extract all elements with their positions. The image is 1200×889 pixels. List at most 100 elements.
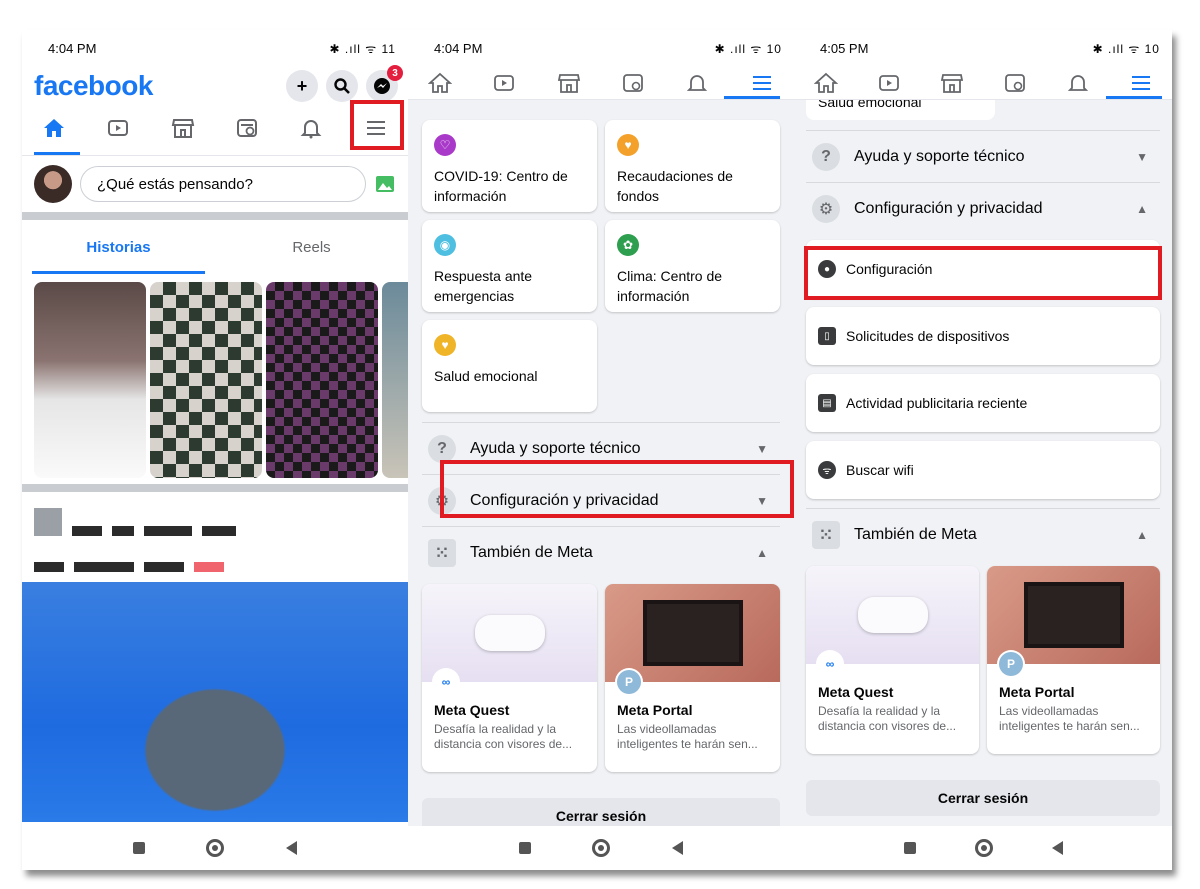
tab-home[interactable]: [423, 68, 457, 98]
tab-memories[interactable]: [616, 68, 650, 98]
tab-marketplace[interactable]: [171, 117, 195, 144]
tab-notifications[interactable]: [299, 117, 323, 144]
story-card[interactable]: [150, 282, 262, 478]
bell-icon: [1067, 74, 1088, 91]
back-button[interactable]: [672, 841, 684, 855]
active-tab-indicator: [34, 152, 80, 155]
chevron-down-icon: ▼: [1136, 149, 1148, 164]
post-image[interactable]: [22, 582, 408, 822]
ad-icon: ▤: [818, 394, 836, 412]
quest-image: [806, 566, 979, 664]
post-composer: ¿Qué estás pensando?: [22, 156, 408, 212]
post-header: [22, 492, 408, 582]
tab-stories[interactable]: Historias: [22, 220, 215, 274]
feed-screen: 4:04 PM ✱ .ıll ᯤ 11 facebook + 3 ¿Qué es…: [22, 30, 408, 870]
meta-logo-icon: ∞: [818, 652, 842, 676]
status-icons: ✱ .ıll ᯤ 10: [1092, 41, 1160, 56]
recent-ad-activity-item[interactable]: ▤ Actividad publicitaria reciente: [806, 374, 1160, 432]
shortcut-emergency[interactable]: ◉ Respuesta ante emergencias: [422, 220, 597, 312]
status-bar: 4:04 PM ✱ .ıll ᯤ 11: [22, 30, 408, 66]
shortcut-fundraisers[interactable]: ♥ Recaudaciones de fondos: [605, 120, 780, 212]
back-button[interactable]: [1051, 841, 1063, 855]
meta-quest-card[interactable]: ∞ Meta Quest Desafía la realidad y la di…: [422, 584, 597, 772]
logout-button[interactable]: Cerrar sesión: [806, 780, 1160, 816]
tab-video[interactable]: [487, 68, 521, 98]
portal-image: [987, 566, 1160, 664]
home-button[interactable]: [974, 839, 993, 857]
tab-memories[interactable]: [235, 117, 259, 144]
android-nav-bar: [408, 826, 794, 870]
tab-memories[interactable]: [998, 68, 1032, 98]
home-button[interactable]: [206, 839, 225, 857]
tab-menu[interactable]: [1124, 68, 1158, 98]
store-icon: [940, 73, 963, 93]
active-tab-indicator: [1106, 96, 1162, 99]
tab-home[interactable]: [42, 117, 66, 144]
emotional-health-partial[interactable]: Salud emocional: [806, 100, 995, 120]
tab-notifications[interactable]: [1061, 68, 1095, 98]
tab-reels[interactable]: Reels: [215, 220, 408, 274]
avatar[interactable]: [34, 165, 72, 203]
tab-notifications[interactable]: [680, 68, 714, 98]
tab-home[interactable]: [809, 68, 843, 98]
tab-video[interactable]: [106, 117, 130, 144]
heart-hands-icon: ♥: [434, 334, 456, 356]
recents-button[interactable]: [518, 842, 531, 854]
video-icon: [878, 74, 899, 91]
whats-on-your-mind-input[interactable]: ¿Qué estás pensando?: [80, 166, 366, 202]
memories-icon: [237, 119, 258, 137]
configuracion-highlight-box: [804, 246, 1162, 300]
portal-logo-icon: P: [999, 652, 1023, 676]
menu-screen: 4:04 PM ✱ .ıll ᯤ 10 ♡ COVID-19: Centro de…: [408, 30, 794, 870]
chevron-up-icon: ▲: [1136, 201, 1148, 216]
back-button[interactable]: [286, 841, 298, 855]
find-wifi-item[interactable]: ᯤ Buscar wifi: [806, 441, 1160, 499]
status-icons: ✱ .ıll ᯤ 10: [714, 41, 782, 56]
question-icon: ?: [812, 142, 840, 171]
create-button[interactable]: +: [286, 70, 318, 102]
facebook-logo: facebook: [34, 70, 153, 101]
home-button[interactable]: [592, 839, 611, 857]
story-card[interactable]: [382, 282, 408, 478]
meta-portal-card[interactable]: P Meta Portal Las videollamadas intelige…: [987, 566, 1160, 754]
device-requests-item[interactable]: ▯ Solicitudes de dispositivos: [806, 307, 1160, 365]
tab-menu[interactable]: [745, 68, 779, 98]
section-help[interactable]: ? Ayuda y soporte técnico ▼: [806, 130, 1160, 182]
meta-portal-card[interactable]: P Meta Portal Las videollamadas intelige…: [605, 584, 780, 772]
chevron-up-icon: ▲: [1136, 527, 1148, 542]
screenshot-frame: 4:04 PM ✱ .ıll ᯤ 11 facebook + 3 ¿Qué es…: [22, 30, 1172, 870]
shortcut-climate[interactable]: ✿ Clima: Centro de información: [605, 220, 780, 312]
menu-highlight-box: [350, 100, 404, 150]
story-card[interactable]: [266, 282, 378, 478]
search-button[interactable]: [326, 70, 358, 102]
divider: [22, 212, 408, 220]
bell-icon: [301, 120, 322, 139]
photo-icon[interactable]: [374, 174, 396, 194]
memories-icon: [623, 73, 644, 92]
shortcut-emotional-health[interactable]: ♥ Salud emocional: [422, 320, 597, 412]
tab-video[interactable]: [872, 68, 906, 98]
heart-icon: ♡: [434, 134, 456, 156]
meta-logo-icon: ∞: [434, 670, 458, 694]
android-nav-bar: [794, 826, 1172, 870]
shortcut-covid[interactable]: ♡ COVID-19: Centro de información: [422, 120, 597, 212]
recents-button[interactable]: [903, 842, 916, 854]
recents-button[interactable]: [132, 842, 145, 854]
status-time: 4:05 PM: [820, 40, 869, 56]
tab-marketplace[interactable]: [935, 68, 969, 98]
section-settings-privacy[interactable]: ⚙ Configuración y privacidad ▲: [806, 182, 1160, 234]
status-time: 4:04 PM: [48, 40, 97, 56]
bell-icon: [687, 74, 708, 91]
store-icon: [171, 119, 195, 138]
meta-quest-card[interactable]: ∞ Meta Quest Desafía la realidad y la di…: [806, 566, 979, 754]
messenger-button[interactable]: 3: [366, 65, 403, 102]
hamburger-icon: [1131, 75, 1150, 90]
story-card[interactable]: [34, 282, 146, 478]
home-icon: [813, 72, 838, 93]
tab-marketplace[interactable]: [552, 68, 586, 98]
main-tabs: [794, 66, 1172, 100]
section-also-from-meta[interactable]: ⁙ También de Meta ▲: [806, 508, 1160, 560]
messenger-badge: 3: [387, 65, 403, 81]
status-time: 4:04 PM: [434, 40, 483, 56]
section-also-from-meta[interactable]: ⁙ También de Meta ▲: [422, 526, 780, 578]
